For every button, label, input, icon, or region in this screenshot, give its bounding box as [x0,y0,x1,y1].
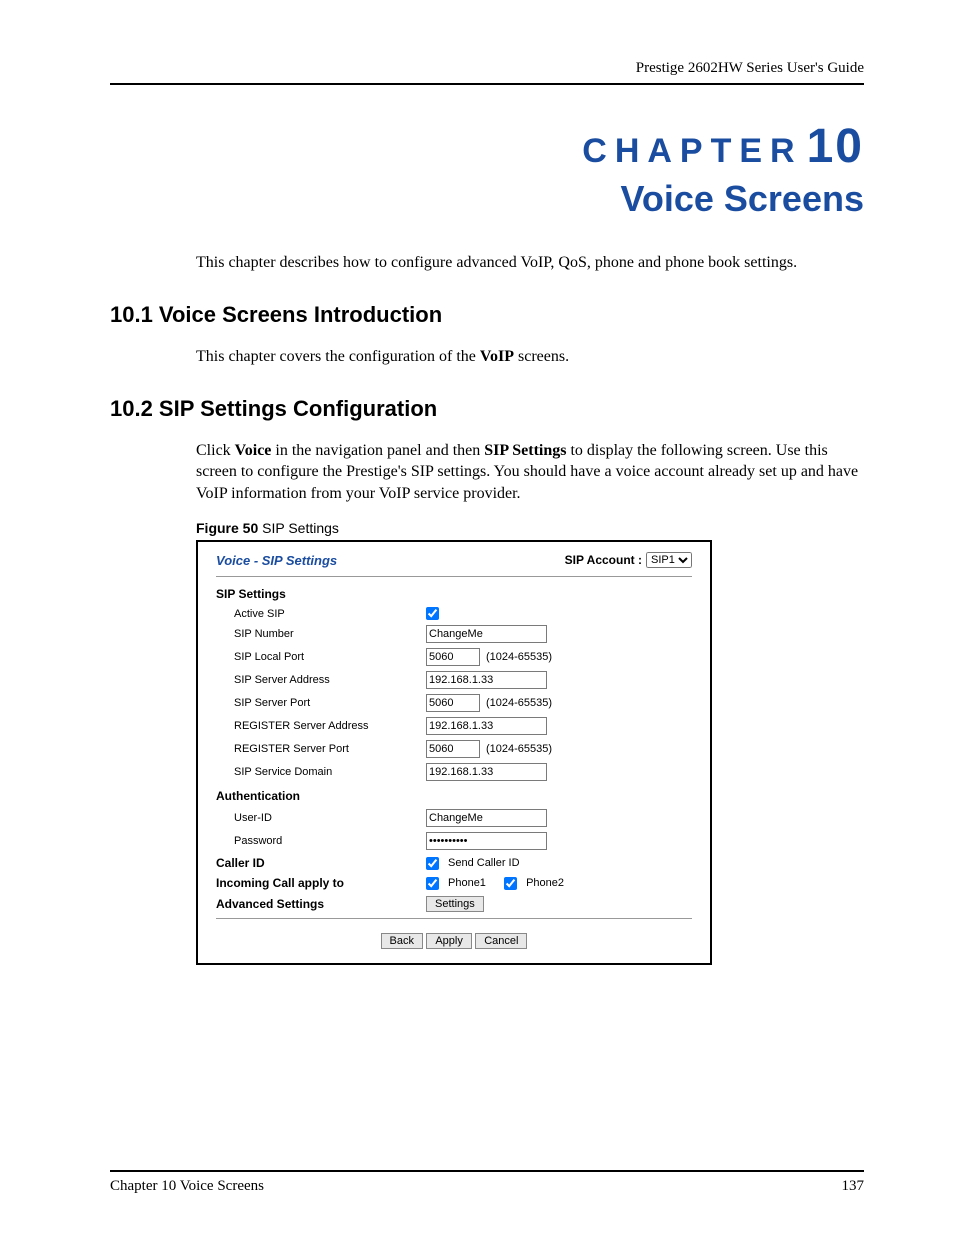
row-sip-local-port: SIP Local Port (1024-65535) [216,648,692,666]
bottom-button-row: Back Apply Cancel [216,933,692,949]
sip-local-port-input[interactable] [426,648,480,666]
reg-server-port-input[interactable] [426,740,480,758]
sip-settings-screenshot: Voice - SIP Settings SIP Account : SIP1 … [196,540,712,965]
header-rule [110,83,864,85]
figure-number: Figure 50 [196,520,258,536]
chapter-title: Voice Screens [110,178,864,220]
chapter-label: CHAPTER [582,132,802,170]
password-label: Password [216,835,426,847]
row-caller-id: Caller ID Send Caller ID [216,856,692,870]
sip-account-selector: SIP Account : SIP1 [565,552,692,568]
sip-local-port-label: SIP Local Port [216,651,426,663]
figure-caption: Figure 50 SIP Settings [196,520,864,536]
sip-server-port-label: SIP Server Port [216,697,426,709]
text-bold: VoIP [480,348,514,365]
text-fragment: This chapter covers the configuration of… [196,348,480,365]
section-10-1-heading: 10.1 Voice Screens Introduction [110,302,864,328]
sip-settings-section-label: SIP Settings [216,587,692,601]
text-bold: Voice [235,442,272,459]
sip-service-domain-input[interactable] [426,763,547,781]
row-incoming-call: Incoming Call apply to Phone1 Phone2 [216,876,692,890]
row-reg-server-port: REGISTER Server Port (1024-65535) [216,740,692,758]
chapter-number: 10 [807,120,864,173]
panel-divider [216,576,692,577]
text-fragment: screens. [514,348,569,365]
footer-rule [110,1170,864,1172]
back-button[interactable]: Back [381,933,423,949]
header-guide-title: Prestige 2602HW Series User's Guide [110,60,864,77]
user-id-input[interactable] [426,809,547,827]
text-fragment: in the navigation panel and then [271,442,484,459]
row-password: Password [216,832,692,850]
sip-server-addr-input[interactable] [426,671,547,689]
footer-page-number: 137 [842,1178,865,1195]
password-input[interactable] [426,832,547,850]
section-10-1-body: This chapter covers the configuration of… [196,346,864,368]
send-caller-id-label: Send Caller ID [448,857,520,869]
row-sip-number: SIP Number [216,625,692,643]
chapter-block: CHAPTER 10 Voice Screens [110,119,864,220]
text-fragment: Click [196,442,235,459]
sip-number-label: SIP Number [216,628,426,640]
reg-server-port-label: REGISTER Server Port [216,743,426,755]
incoming-call-label: Incoming Call apply to [216,876,426,890]
phone2-label: Phone2 [526,877,564,889]
sip-server-addr-label: SIP Server Address [216,674,426,686]
row-active-sip: Active SIP [216,607,692,620]
row-sip-server-port: SIP Server Port (1024-65535) [216,694,692,712]
text-bold: SIP Settings [484,442,566,459]
reg-server-addr-input[interactable] [426,717,547,735]
apply-button[interactable]: Apply [426,933,472,949]
advanced-settings-label: Advanced Settings [216,897,426,911]
row-user-id: User-ID [216,809,692,827]
panel-bottom-divider [216,918,692,919]
sip-server-port-hint: (1024-65535) [486,697,552,709]
reg-server-addr-label: REGISTER Server Address [216,720,426,732]
row-sip-service-domain: SIP Service Domain [216,763,692,781]
sip-account-label: SIP Account : [565,553,642,567]
section-10-2-heading: 10.2 SIP Settings Configuration [110,396,864,422]
chapter-intro: This chapter describes how to configure … [196,254,864,272]
phone1-label: Phone1 [448,877,486,889]
panel-title: Voice - SIP Settings [216,553,337,568]
cancel-button[interactable]: Cancel [475,933,527,949]
send-caller-id-checkbox[interactable] [426,857,439,870]
sip-number-input[interactable] [426,625,547,643]
reg-server-port-hint: (1024-65535) [486,743,552,755]
figure-title: SIP Settings [258,520,339,536]
authentication-section-label: Authentication [216,789,692,803]
sip-server-port-input[interactable] [426,694,480,712]
caller-id-label: Caller ID [216,856,426,870]
sip-local-port-hint: (1024-65535) [486,651,552,663]
sip-service-domain-label: SIP Service Domain [216,766,426,778]
user-id-label: User-ID [216,812,426,824]
sip-account-select[interactable]: SIP1 [646,552,692,568]
active-sip-checkbox[interactable] [426,607,439,620]
page-footer: Chapter 10 Voice Screens 137 [110,1170,864,1195]
footer-chapter: Chapter 10 Voice Screens [110,1178,264,1195]
advanced-settings-button[interactable]: Settings [426,896,484,912]
row-reg-server-addr: REGISTER Server Address [216,717,692,735]
phone2-checkbox[interactable] [504,877,517,890]
section-10-2-body: Click Voice in the navigation panel and … [196,440,864,505]
phone1-checkbox[interactable] [426,877,439,890]
active-sip-label: Active SIP [216,608,426,620]
row-sip-server-addr: SIP Server Address [216,671,692,689]
row-advanced-settings: Advanced Settings Settings [216,896,692,912]
